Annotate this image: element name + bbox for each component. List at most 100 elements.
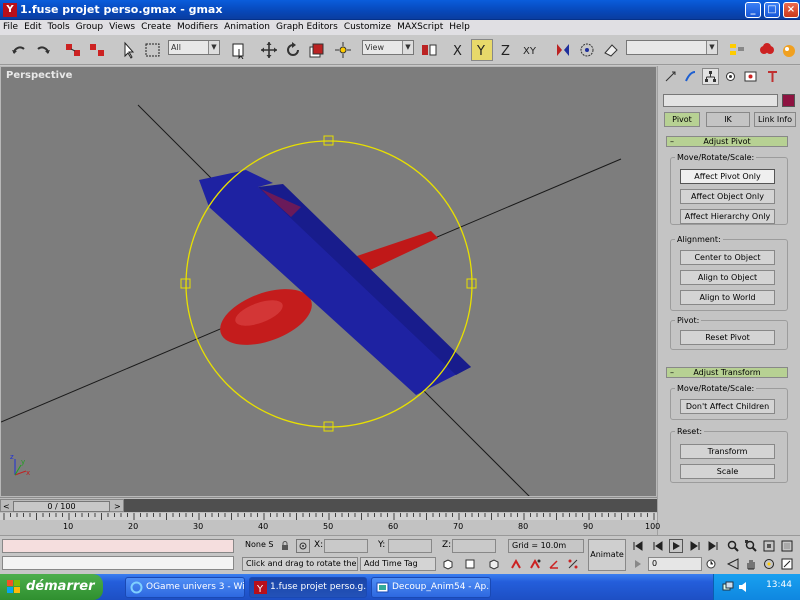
- reset-pivot-button[interactable]: Reset Pivot: [680, 330, 775, 345]
- close-button[interactable]: ×: [783, 2, 799, 18]
- object-name-field[interactable]: [663, 94, 778, 107]
- pan-hand-icon[interactable]: [744, 557, 758, 571]
- time-config-icon[interactable]: [704, 557, 718, 571]
- z-coordinate-field[interactable]: [452, 539, 496, 553]
- key-mode-icon[interactable]: [631, 557, 645, 571]
- reset-scale-button[interactable]: Scale: [680, 464, 775, 479]
- animate-mode-button[interactable]: Animate: [588, 539, 626, 571]
- scale-button[interactable]: [306, 39, 328, 61]
- display-tab-icon[interactable]: [742, 68, 759, 85]
- named-selection-dropdown[interactable]: ▼: [626, 40, 718, 55]
- gmax-app-icon[interactable]: Y: [3, 3, 17, 17]
- move-button[interactable]: [258, 39, 280, 61]
- object-color-swatch[interactable]: [782, 94, 795, 107]
- menu-customize[interactable]: Customize: [341, 20, 394, 35]
- snap-3d-icon[interactable]: [528, 557, 542, 571]
- menu-tools[interactable]: Tools: [45, 20, 73, 35]
- menu-maxscript[interactable]: MAXScript: [394, 20, 446, 35]
- create-tab-icon[interactable]: [662, 68, 679, 85]
- modify-tab-icon[interactable]: [682, 68, 699, 85]
- degradation-override-icon[interactable]: [487, 557, 501, 571]
- zoom-extents-all-icon[interactable]: [780, 539, 794, 553]
- zoom-icon[interactable]: [726, 539, 740, 553]
- menu-group[interactable]: Group: [73, 20, 106, 35]
- align-to-object-button[interactable]: Align to Object: [680, 270, 775, 285]
- perspective-viewport[interactable]: x y z Perspective: [0, 66, 657, 497]
- rotate-button[interactable]: [282, 39, 304, 61]
- crossing-mode-icon[interactable]: [463, 557, 477, 571]
- y-coordinate-field[interactable]: [388, 539, 432, 553]
- time-slider-track[interactable]: < 0 / 100 >: [0, 499, 124, 512]
- menu-views[interactable]: Views: [106, 20, 138, 35]
- start-button[interactable]: démarrer: [0, 574, 103, 600]
- maxscript-listener-field[interactable]: [2, 539, 234, 553]
- menu-modifiers[interactable]: Modifiers: [174, 20, 221, 35]
- axis-y-button[interactable]: Y: [471, 39, 493, 61]
- frame-ruler[interactable]: 10 20 30 40 50 60 70 80 90 100: [0, 513, 660, 535]
- snap-2d-icon[interactable]: [509, 557, 523, 571]
- add-time-tag-button[interactable]: Add Time Tag: [360, 557, 436, 571]
- adjust-pivot-rollout-header[interactable]: – Adjust Pivot: [666, 136, 788, 147]
- axis-z-button[interactable]: Z: [495, 39, 517, 61]
- align-to-world-button[interactable]: Align to World: [680, 290, 775, 305]
- eraser-button[interactable]: [600, 39, 622, 61]
- axis-xy-button[interactable]: XY: [520, 39, 542, 61]
- maximize-button[interactable]: □: [764, 2, 780, 18]
- ik-subtab[interactable]: IK: [706, 112, 750, 127]
- mirror-button[interactable]: [418, 39, 440, 61]
- prev-frame-arrow-icon[interactable]: <: [3, 502, 10, 511]
- next-frame-arrow-icon[interactable]: >: [114, 502, 121, 511]
- current-frame-field[interactable]: 0: [648, 557, 702, 571]
- motion-tab-icon[interactable]: [722, 68, 739, 85]
- go-to-start-icon[interactable]: [631, 539, 645, 553]
- maximize-viewport-icon[interactable]: [780, 557, 794, 571]
- adjust-transform-rollout-header[interactable]: – Adjust Transform: [666, 367, 788, 378]
- next-frame-icon[interactable]: [688, 539, 702, 553]
- x-coordinate-field[interactable]: [324, 539, 368, 553]
- hierarchy-tab-icon[interactable]: [702, 68, 719, 85]
- zoom-extents-icon[interactable]: [762, 539, 776, 553]
- link-info-subtab[interactable]: Link Info: [754, 112, 796, 127]
- affect-hierarchy-only-button[interactable]: Affect Hierarchy Only: [680, 209, 775, 224]
- center-to-object-button[interactable]: Center to Object: [680, 250, 775, 265]
- menu-edit[interactable]: Edit: [21, 20, 44, 35]
- angle-snap-icon[interactable]: [547, 557, 561, 571]
- percent-snap-icon[interactable]: [566, 557, 580, 571]
- mirror-selected-button[interactable]: [552, 39, 574, 61]
- zoom-all-icon[interactable]: [744, 539, 758, 553]
- taskbar-item-decoup[interactable]: Decoup_Anim54 - Ap...: [371, 577, 491, 598]
- taskbar-item-gmax[interactable]: Y 1.fuse projet perso.g...: [249, 577, 367, 598]
- taskbar-item-ogame[interactable]: OGame univers 3 - Wi...: [125, 577, 245, 598]
- go-to-end-icon[interactable]: [706, 539, 720, 553]
- menu-help[interactable]: Help: [446, 20, 473, 35]
- utilities-tab-icon[interactable]: [764, 68, 781, 85]
- arc-rotate-icon[interactable]: [762, 557, 776, 571]
- material-editor-button[interactable]: [756, 39, 778, 61]
- menu-create[interactable]: Create: [138, 20, 174, 35]
- track-view-button[interactable]: [726, 39, 748, 61]
- selection-filter-dropdown[interactable]: All ▼: [168, 40, 220, 55]
- dont-affect-children-button[interactable]: Don't Affect Children: [680, 399, 775, 414]
- select-object-button[interactable]: [118, 39, 140, 61]
- field-of-view-icon[interactable]: [726, 557, 740, 571]
- time-slider-thumb[interactable]: 0 / 100: [13, 501, 110, 512]
- menu-graph-editors[interactable]: Graph Editors: [273, 20, 341, 35]
- align-button[interactable]: [576, 39, 598, 61]
- render-button[interactable]: [778, 39, 800, 61]
- undo-button[interactable]: [8, 39, 30, 61]
- menu-animation[interactable]: Animation: [221, 20, 273, 35]
- reference-coord-dropdown[interactable]: View ▼: [362, 40, 414, 55]
- volume-icon[interactable]: [738, 581, 750, 593]
- affect-object-only-button[interactable]: Affect Object Only: [680, 189, 775, 204]
- unlink-button[interactable]: [86, 39, 108, 61]
- region-select-button[interactable]: [142, 39, 164, 61]
- reset-transform-button[interactable]: Transform: [680, 444, 775, 459]
- select-by-name-button[interactable]: [228, 39, 250, 61]
- minimize-button[interactable]: _: [745, 2, 761, 18]
- network-icon[interactable]: [722, 581, 734, 593]
- previous-frame-icon[interactable]: [651, 539, 665, 553]
- maxscript-output-field[interactable]: [2, 556, 234, 570]
- pivot-subtab[interactable]: Pivot: [664, 112, 700, 127]
- lock-icon[interactable]: [278, 539, 292, 553]
- axis-x-button[interactable]: X: [447, 39, 469, 61]
